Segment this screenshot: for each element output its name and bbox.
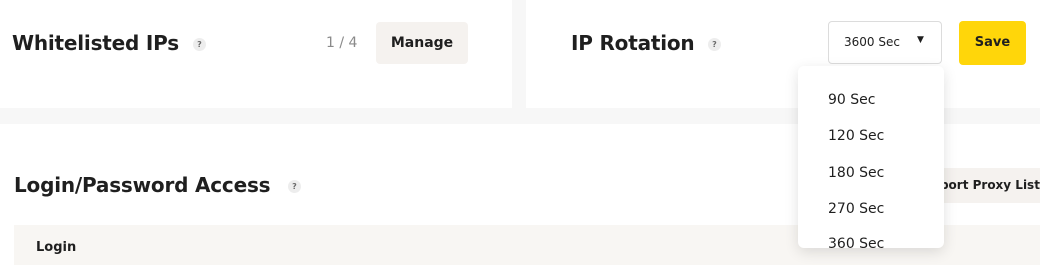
dropdown-option[interactable]: 90 Sec	[828, 92, 875, 108]
whitelist-count: 1 / 4	[326, 35, 358, 51]
save-button[interactable]: Save	[959, 21, 1026, 65]
whitelisted-ips-card: Whitelisted IPs ? 1 / 4 Manage	[0, 0, 512, 108]
ip-rotation-title: IP Rotation	[571, 31, 695, 55]
login-password-help-icon[interactable]: ?	[288, 180, 301, 193]
rotation-selected-value: 3600 Sec	[844, 35, 900, 49]
login-password-access-title: Login/Password Access	[14, 173, 271, 197]
column-header-login: Login	[36, 240, 77, 255]
dropdown-option[interactable]: 270 Sec	[828, 201, 884, 217]
dropdown-option[interactable]: 120 Sec	[828, 128, 884, 144]
manage-button[interactable]: Manage	[376, 22, 468, 64]
caret-down-icon: ▼	[917, 35, 924, 45]
page: Whitelisted IPs ? 1 / 4 Manage IP Rotati…	[0, 0, 1040, 265]
rotation-dropdown-menu: 90 Sec 120 Sec 180 Sec 270 Sec 360 Sec	[798, 66, 944, 248]
whitelisted-ips-help-icon[interactable]: ?	[193, 38, 206, 51]
dropdown-option[interactable]: 360 Sec	[828, 236, 884, 248]
ip-rotation-help-icon[interactable]: ?	[708, 38, 721, 51]
dropdown-option[interactable]: 180 Sec	[828, 165, 884, 181]
rotation-interval-select[interactable]: 3600 Sec ▼	[828, 21, 942, 64]
whitelisted-ips-title: Whitelisted IPs	[12, 31, 179, 55]
